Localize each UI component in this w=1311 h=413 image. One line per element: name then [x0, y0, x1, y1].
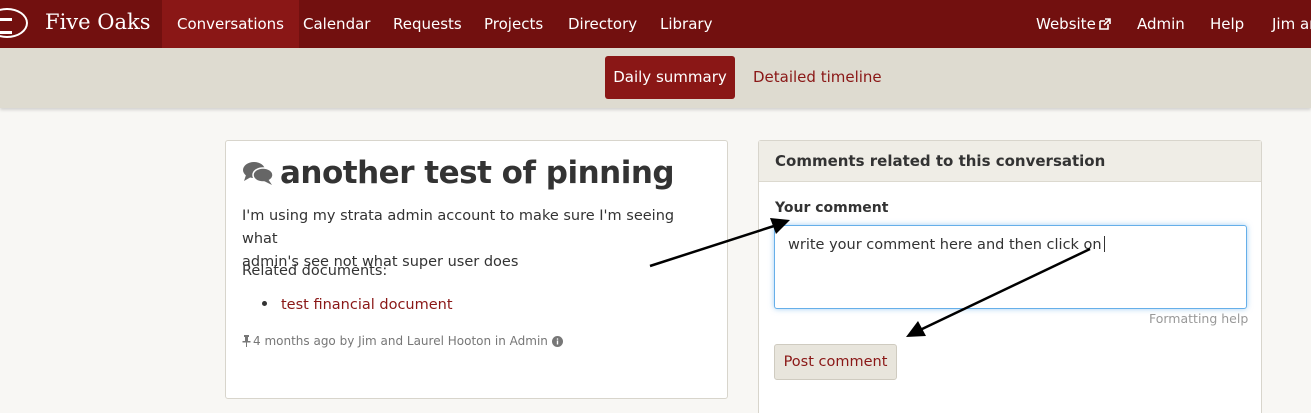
tab-daily-summary[interactable]: Daily summary	[605, 56, 735, 99]
external-link-icon	[1098, 18, 1111, 30]
list-bullet	[262, 301, 267, 306]
post-comment-button[interactable]: Post comment	[774, 344, 897, 380]
logo-icon	[0, 8, 28, 38]
comments-panel-title: Comments related to this conversation	[775, 152, 1106, 170]
nav-calendar[interactable]: Calendar	[303, 0, 370, 48]
comment-input-text: write your comment here and then click o…	[788, 237, 1102, 253]
brand-name: Five Oaks	[45, 10, 151, 34]
nav-requests[interactable]: Requests	[393, 0, 462, 48]
subnav: Daily summary Detailed timeline	[0, 48, 1311, 108]
comments-icon	[243, 162, 274, 185]
nav-admin[interactable]: Admin	[1137, 0, 1185, 48]
pin-icon	[242, 335, 251, 347]
nav-library[interactable]: Library	[660, 0, 712, 48]
nav-directory[interactable]: Directory	[568, 0, 637, 48]
comment-input[interactable]: write your comment here and then click o…	[774, 225, 1247, 309]
info-icon[interactable]	[551, 335, 563, 347]
tab-detailed-timeline[interactable]: Detailed timeline	[753, 56, 882, 99]
text-caret	[1103, 236, 1105, 252]
nav-help[interactable]: Help	[1210, 0, 1244, 48]
conversation-title: another test of pinning	[242, 155, 675, 191]
nav-conversations[interactable]: Conversations	[162, 0, 299, 48]
comment-input-value: write your comment here and then click o…	[788, 236, 1105, 253]
conversation-body-line-1: I'm using my strata admin account to mak…	[242, 208, 675, 247]
related-documents-list: test financial document	[262, 297, 453, 313]
related-documents-label: Related documents:	[242, 263, 388, 279]
comments-panel-header: Comments related to this conversation	[759, 141, 1261, 182]
nav-projects[interactable]: Projects	[484, 0, 543, 48]
nav-user-menu[interactable]: Jim ar	[1272, 0, 1311, 48]
conversation-meta-text: 4 months ago by Jim and Laurel Hooton in…	[253, 334, 548, 348]
document-link[interactable]: test financial document	[281, 297, 453, 313]
top-navbar: Five Oaks Conversations Calendar Request…	[0, 0, 1311, 48]
nav-website[interactable]: Website	[1036, 0, 1111, 48]
conversation-title-text: another test of pinning	[280, 155, 675, 191]
your-comment-label: Your comment	[775, 200, 889, 216]
nav-website-label: Website	[1036, 15, 1096, 33]
conversation-card: another test of pinning I'm using my str…	[225, 140, 728, 399]
formatting-help-link[interactable]: Formatting help	[1149, 311, 1248, 326]
comments-panel: Comments related to this conversation Yo…	[758, 140, 1262, 413]
conversation-meta: 4 months ago by Jim and Laurel Hooton in…	[242, 334, 563, 348]
